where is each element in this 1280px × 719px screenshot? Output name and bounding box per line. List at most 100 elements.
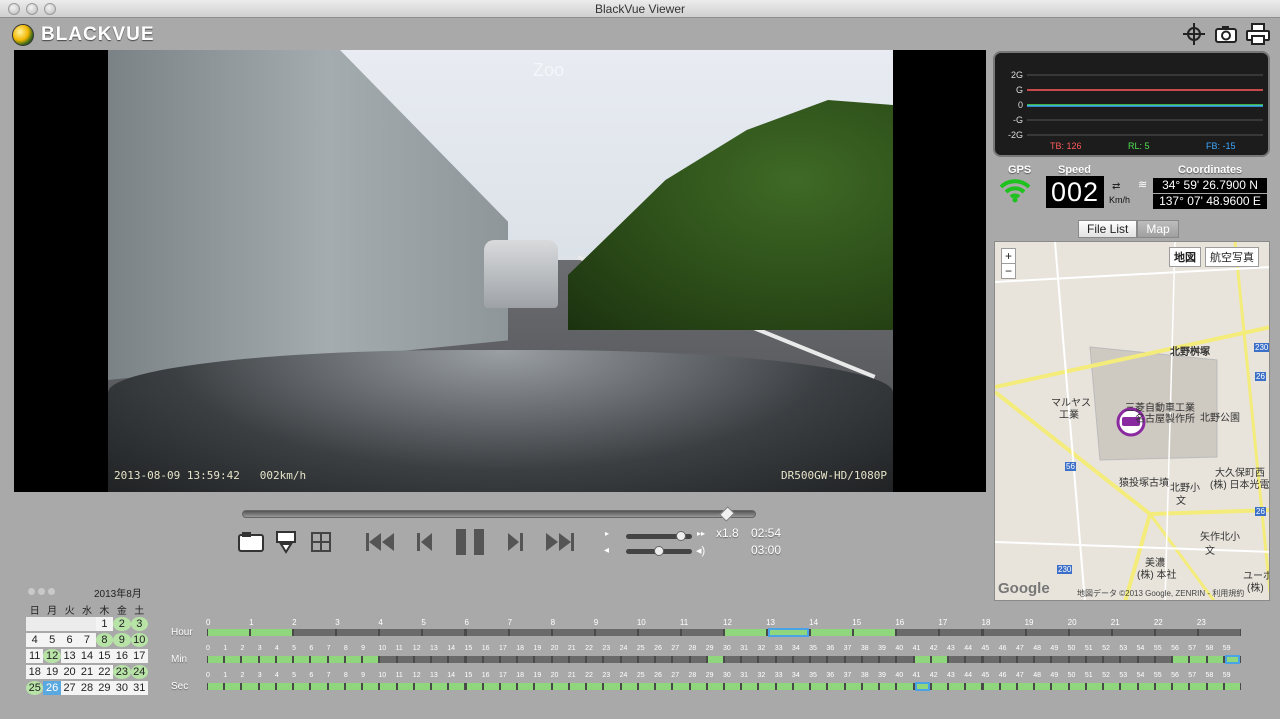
previous-file-button[interactable] [366,529,396,555]
second-segment[interactable] [380,683,396,690]
calendar-day[interactable]: 25 [26,681,44,695]
minute-segment[interactable] [294,656,310,663]
second-segment[interactable] [587,683,603,690]
second-segment[interactable] [931,683,948,690]
hour-segment[interactable] [208,629,250,636]
calendar-day[interactable]: 12 [43,649,61,663]
minute-segment[interactable] [725,656,741,663]
minute-segment[interactable] [845,656,861,663]
calendar-day[interactable]: 3 [130,617,148,631]
second-segment[interactable] [862,683,879,690]
calendar-day[interactable]: 22 [95,665,114,679]
minute-segment[interactable] [242,656,258,663]
calendar-day[interactable]: 24 [130,665,148,679]
calendar-day[interactable]: 14 [78,649,96,663]
minute-segment[interactable] [707,656,723,663]
minute-segment[interactable] [587,656,603,663]
calendar-day[interactable]: 26 [43,681,61,695]
calendar-day[interactable]: 31 [130,681,148,695]
second-segment[interactable] [276,683,293,690]
calendar-day[interactable]: 30 [113,681,131,695]
second-segment[interactable] [483,683,499,690]
minute-segment[interactable] [966,656,982,663]
calendar-day[interactable]: 20 [60,665,79,679]
second-segment[interactable] [604,683,620,690]
map-view[interactable]: + − 地図 航空写真 北野桝塚 マルヤス 工業 三菱自動車工業 名古屋製作所 … [994,241,1270,601]
second-segment[interactable] [294,683,310,690]
second-segment[interactable] [966,683,982,690]
minute-segment[interactable] [1121,656,1137,663]
minute-segment[interactable] [673,656,689,663]
minute-segment[interactable] [1035,656,1051,663]
minute-segment[interactable] [397,656,413,663]
second-segment[interactable] [621,683,637,690]
minute-segment[interactable] [259,656,275,663]
hour-segment[interactable] [423,629,465,636]
open-folder-button[interactable] [238,529,264,555]
minute-segment[interactable] [638,656,655,663]
minute-timeline[interactable] [207,655,1241,664]
calendar-day[interactable]: 13 [60,649,79,663]
calendar-day[interactable]: 29 [95,681,114,695]
minute-segment[interactable] [1052,656,1068,663]
second-segment[interactable] [1207,683,1223,690]
second-segment[interactable] [1035,683,1051,690]
second-segment[interactable] [1138,683,1154,690]
calendar-day[interactable]: 17 [130,649,148,663]
second-segment[interactable] [1069,683,1085,690]
hour-segment[interactable] [251,629,293,636]
hour-segment[interactable] [1112,629,1154,636]
calendar-day[interactable]: 4 [26,633,44,647]
second-segment[interactable] [707,683,723,690]
map-attribution[interactable]: 地図データ ©2013 Google, ZENRIN - 利用規約 [1077,588,1244,599]
hour-segment[interactable] [854,629,896,636]
minute-segment[interactable] [208,656,224,663]
hour-segment[interactable] [1069,629,1111,636]
calendar-day[interactable]: 1 [95,617,114,631]
second-segment[interactable] [914,682,930,691]
second-segment[interactable] [1052,683,1068,690]
export-button[interactable] [274,529,298,555]
hour-segment[interactable] [768,628,810,637]
hour-segment[interactable] [638,629,680,636]
calendar-day[interactable]: 16 [113,649,131,663]
second-segment[interactable] [638,683,655,690]
printer-icon[interactable] [1246,22,1270,46]
step-forward-button[interactable] [506,529,524,555]
minute-segment[interactable] [914,656,930,663]
calendar-day[interactable]: 11 [26,649,44,663]
playback-progress[interactable] [242,506,756,522]
hour-segment[interactable] [1198,629,1240,636]
second-segment[interactable] [1173,683,1189,690]
minute-segment[interactable] [535,656,551,663]
second-segment[interactable] [983,683,999,690]
map-zoom-out-button[interactable]: − [1001,263,1017,279]
second-segment[interactable] [432,683,448,690]
minute-segment[interactable] [983,656,999,663]
calendar-day[interactable]: 9 [113,633,131,647]
second-segment[interactable] [776,683,792,690]
hour-segment[interactable] [380,629,422,636]
second-segment[interactable] [552,683,568,690]
hour-segment[interactable] [681,629,723,636]
hour-segment[interactable] [1155,629,1197,636]
second-segment[interactable] [363,683,379,690]
second-segment[interactable] [518,683,534,690]
playback-speed-slider[interactable] [626,531,692,541]
crosshair-icon[interactable] [1182,22,1206,46]
minute-segment[interactable] [880,656,896,663]
minute-segment[interactable] [569,656,586,663]
hour-segment[interactable] [1026,629,1068,636]
hour-segment[interactable] [294,629,336,636]
second-segment[interactable] [414,683,431,690]
swap-icon[interactable]: ⇄ [1112,181,1120,192]
minute-segment[interactable] [862,656,879,663]
map-type-aerial-button[interactable]: 航空写真 [1205,247,1259,267]
second-segment[interactable] [1017,683,1034,690]
minute-segment[interactable] [1000,656,1016,663]
minute-segment[interactable] [432,656,448,663]
minute-segment[interactable] [552,656,568,663]
hour-segment[interactable] [983,629,1025,636]
second-segment[interactable] [1224,683,1240,690]
second-segment[interactable] [742,683,758,690]
